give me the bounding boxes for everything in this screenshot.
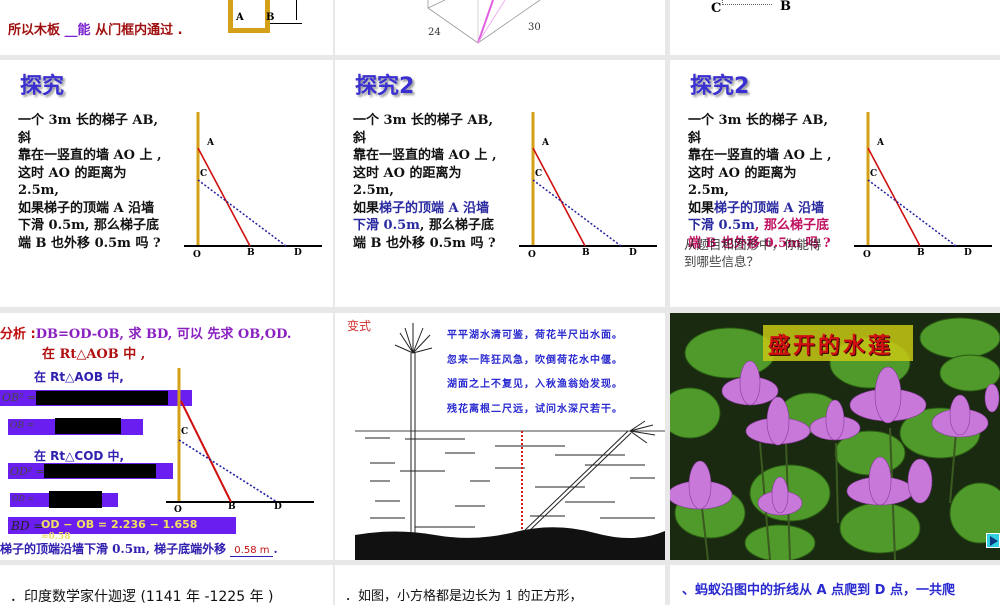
slide-title: 盛开的水莲 (768, 334, 894, 359)
answer-blank: 0.58 m (230, 545, 274, 557)
slide-thumbnail-r1c1[interactable]: A B 所以木板 __能 从门框内通过 . (0, 0, 333, 55)
slide-thumbnail-r4c2[interactable]: ．如图，小方格都是边长为 1 的正方形， (335, 565, 665, 605)
slide-text: 、蚂蚁沿图中的折线从 A 点爬到 D 点，一共爬 (682, 583, 955, 598)
slide-thumbnail-r3c1[interactable]: 分析 :DB=OD-OB, 求 BD, 可以 先求 OB,OD. 在 Rt△AO… (0, 313, 333, 560)
slide-thumbnail-r4c1[interactable]: ．印度数学家什迦逻 (1141 年 -1225 年 ) (0, 565, 333, 605)
ob-label: OB = (10, 421, 35, 431)
conclusion-text: 梯子的顶端沿墙下滑 0.5m, 梯子底端外移 (0, 542, 231, 556)
label-d: D (964, 248, 972, 258)
analysis-label: 分析 : (0, 327, 36, 342)
bd-calculation: OD − OB = 2.236 − 1.658 (41, 518, 198, 531)
label-o: O (528, 250, 536, 260)
play-next-icon[interactable] (986, 533, 1000, 548)
slide-thumbnail-r4c3[interactable]: 、蚂蚁沿图中的折线从 A 点爬到 D 点，一共爬 (670, 565, 1000, 605)
analysis-line: 分析 :DB=OD-OB, 求 BD, 可以 先求 OB,OD. (0, 323, 291, 342)
label-a: A (542, 138, 549, 148)
label-b: B (228, 502, 236, 512)
label-a: A (236, 12, 244, 23)
ladder-diagram: A C O B D (335, 60, 665, 307)
od2-label: OD² = (10, 465, 45, 478)
ground-line (270, 23, 302, 24)
redacted-block (55, 418, 121, 434)
label-b: B (780, 0, 791, 14)
label-a: A (877, 138, 884, 148)
slide-text: ．印度数学家什迦逻 (1141 年 -1225 年 ) (10, 589, 274, 605)
slide-thumbnail-r2c2[interactable]: 探究2 一个 3m 长的梯子 AB, 斜 靠在一竖直的墙 AO 上 , 这时 A… (335, 60, 665, 307)
label-c: C (870, 169, 878, 179)
label-b: B (582, 248, 590, 258)
slide-thumbnail-r2c3[interactable]: 探究2 一个 3m 长的梯子 AB, 斜 靠在一竖直的墙 AO 上 , 这时 A… (670, 60, 1000, 307)
label-c: C (181, 427, 189, 437)
label-c: C (711, 1, 722, 16)
label-b: B (247, 248, 255, 258)
ladder-diagram: A C O B D (670, 60, 1000, 307)
slide-thumbnail-r2c1[interactable]: 探究 一个 3m 长的梯子 AB, 斜 靠在一竖直的墙 AO 上 , 这时 AO… (0, 60, 333, 307)
label-a: A (207, 138, 214, 148)
slide-thumbnail-r3c3[interactable]: 盛开的水莲 (670, 313, 1000, 560)
box-diagram (427, 0, 541, 44)
rt-aob-heading: 在 Rt△AOB 中 , (42, 347, 146, 362)
slide-text: ．如图，小方格都是边长为 1 的正方形， (345, 589, 583, 604)
door-frame (228, 0, 270, 33)
label-o: O (863, 250, 871, 260)
bd-label: BD = (11, 519, 44, 533)
label-d: D (629, 248, 637, 258)
rt-cod-label: 在 Rt△COD 中, (34, 449, 125, 463)
lotus-lake-illustration (355, 323, 665, 560)
conclusion-suffix: 从门框内通过 . (90, 23, 183, 38)
label-o: O (193, 250, 201, 260)
label-b: B (266, 12, 275, 23)
label-c: C (535, 169, 543, 179)
answer: __能 (64, 23, 91, 38)
od-label: OD = (12, 494, 35, 503)
arrow-line (296, 0, 297, 20)
conclusion-line: 梯子的顶端沿墙下滑 0.5m, 梯子底端外移 0.58 m. (0, 542, 278, 557)
slide-thumbnail-r1c2[interactable]: 24 30 (335, 0, 665, 55)
ob2-label: OB² = (2, 391, 37, 404)
label-c: C (200, 169, 208, 179)
label-o: O (174, 505, 182, 515)
redacted-block (49, 491, 102, 508)
slide-thumbnail-r3c2[interactable]: 变式 平平湖水清可鉴，荷花半尺出水面。 忽来一阵狂风急，吹倒荷花水中偃。 湖面之… (335, 313, 665, 560)
dimension-24: 24 (428, 27, 441, 38)
slide-thumbnail-r1c3[interactable]: C B (670, 0, 1000, 55)
analysis-text: DB=OD-OB, 求 BD, 可以 先求 OB,OD. (35, 327, 292, 342)
rt-aob-label: 在 Rt△AOB 中, (34, 370, 124, 384)
dashed-line (722, 0, 772, 5)
label-d: D (274, 502, 282, 512)
dimension-30: 30 (528, 22, 541, 33)
label-d: D (294, 248, 302, 258)
conclusion-text: 所以木板 __能 从门框内通过 . (8, 19, 183, 38)
conclusion-prefix: 所以木板 (8, 23, 65, 38)
ladder-diagram: A C O B D (0, 60, 333, 307)
redacted-block (36, 391, 168, 405)
label-b: B (917, 248, 925, 258)
redacted-block (44, 464, 156, 478)
